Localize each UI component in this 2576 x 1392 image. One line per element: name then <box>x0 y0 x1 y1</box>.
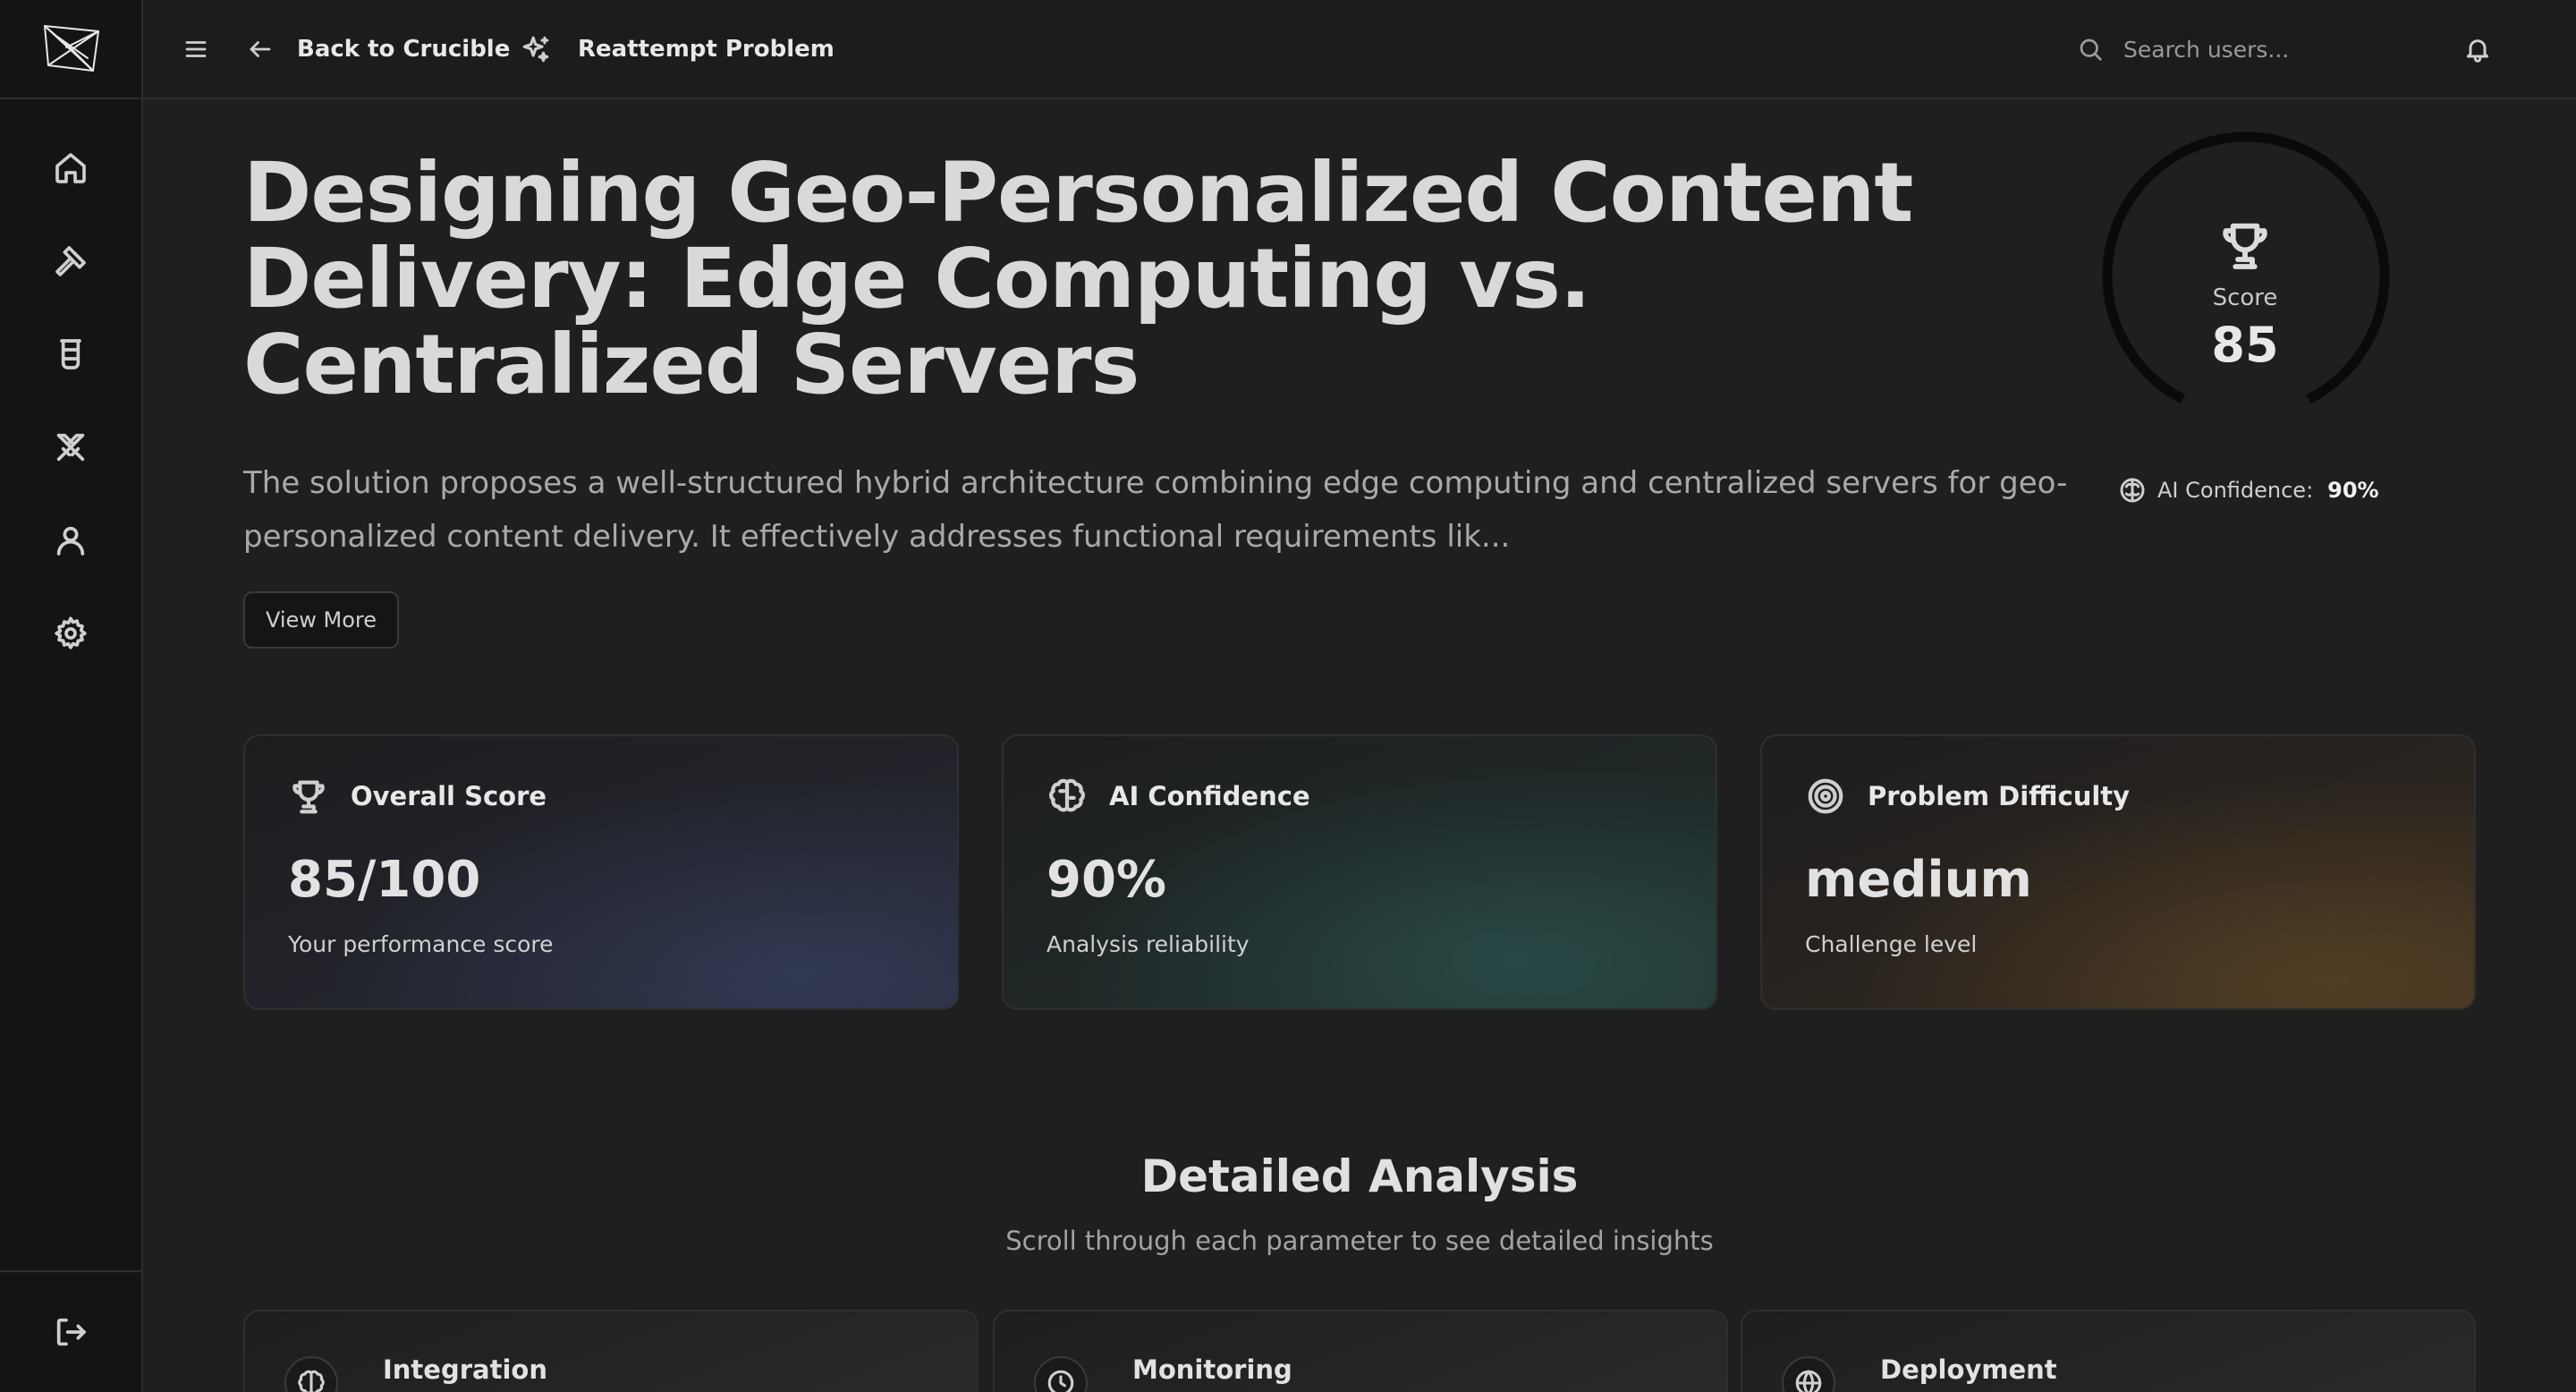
score-value: 85 <box>2211 317 2279 373</box>
app-logo[interactable] <box>0 0 143 99</box>
card-subtitle: Analysis reliability <box>1046 931 1250 957</box>
home-icon <box>55 153 86 183</box>
score-ring-graphic <box>2102 132 2390 420</box>
parameter-card-integration[interactable]: Integration <box>243 1310 979 1392</box>
solution-summary: The solution proposes a well-structured … <box>243 465 2068 555</box>
ai-confidence-card: AI Confidence 90% Analysis reliability <box>1002 734 1717 1010</box>
gear-icon <box>55 616 87 649</box>
logo-icon <box>44 24 99 72</box>
back-button[interactable]: Back to Crucible <box>247 0 510 98</box>
sidebar-item-profile[interactable] <box>0 505 141 576</box>
sparkles-icon <box>522 36 549 63</box>
score-ring <box>2100 130 2392 421</box>
sidebar-item-settings[interactable] <box>0 598 141 669</box>
sidebar-item-swords[interactable] <box>0 412 141 483</box>
notifications-button[interactable] <box>2463 0 2492 98</box>
parameter-icon-wrap <box>1782 1356 1835 1392</box>
card-subtitle: Your performance score <box>288 931 554 957</box>
card-title: Problem Difficulty <box>1868 781 2131 811</box>
parameter-label: Monitoring <box>1132 1354 1292 1385</box>
parameter-label: Integration <box>383 1354 547 1385</box>
score-label: Score <box>2212 284 2278 311</box>
trophy-icon <box>292 780 325 814</box>
target-icon <box>1808 778 1843 814</box>
globe-icon <box>1795 1370 1822 1392</box>
card-value: medium <box>1805 851 2032 909</box>
sidebar-item-beaker[interactable] <box>0 318 141 390</box>
brain-icon <box>298 1370 325 1392</box>
sidebar <box>0 0 143 1392</box>
menu-toggle-button[interactable] <box>182 0 209 98</box>
trophy-icon <box>2223 223 2267 269</box>
parameter-label: Deployment <box>1880 1354 2057 1385</box>
sidebar-item-home[interactable] <box>0 132 141 204</box>
arrow-left-icon <box>250 41 271 57</box>
ai-confidence-value: 90% <box>2327 478 2379 503</box>
ai-confidence-indicator: AI Confidence: 90% <box>2118 471 2379 510</box>
parameter-card-deployment[interactable]: Deployment <box>1741 1310 2476 1392</box>
app-root: Back to Crucible Reattempt Problem Desig… <box>0 0 2576 1392</box>
ai-confidence-label: AI Confidence: <box>2157 478 2314 503</box>
reattempt-label: Reattempt Problem <box>578 36 835 63</box>
detailed-analysis-subtitle: Scroll through each parameter to see det… <box>1005 1226 1714 1256</box>
brain-icon <box>2120 478 2145 503</box>
card-value: 85/100 <box>288 851 481 909</box>
detailed-analysis-title: Detailed Analysis <box>1140 1150 1579 1202</box>
bell-icon <box>2466 39 2489 63</box>
clock-icon <box>1047 1370 1074 1392</box>
card-title: Overall Score <box>351 781 547 811</box>
problem-difficulty-card: Problem Difficulty medium Challenge leve… <box>1760 734 2476 1010</box>
reattempt-button[interactable]: Reattempt Problem <box>521 0 835 98</box>
logout-icon <box>56 1318 86 1346</box>
card-subtitle: Challenge level <box>1805 931 1978 957</box>
user-icon <box>56 526 85 556</box>
top-bar: Back to Crucible Reattempt Problem <box>143 0 2576 99</box>
hammer-icon <box>55 246 86 276</box>
swords-icon <box>56 433 85 462</box>
parameter-icon-wrap <box>284 1356 338 1392</box>
overall-score-card: Overall Score 85/100 Your performance sc… <box>243 734 959 1010</box>
brain-icon <box>1049 778 1085 812</box>
page-title: Designing Geo-Personalized Content Deliv… <box>243 145 1913 412</box>
card-title: AI Confidence <box>1109 781 1310 811</box>
parameter-card-monitoring[interactable]: Monitoring <box>993 1310 1728 1392</box>
search-icon <box>2080 38 2102 61</box>
back-label: Back to Crucible <box>297 36 511 63</box>
parameter-icon-wrap <box>1034 1356 1088 1392</box>
search-box[interactable] <box>2077 0 2392 98</box>
search-input[interactable] <box>2123 36 2392 63</box>
view-more-button[interactable]: View More <box>243 591 399 649</box>
menu-icon <box>185 41 207 57</box>
sidebar-item-hammer[interactable] <box>0 225 141 297</box>
beaker-icon <box>60 339 81 369</box>
logout-button[interactable] <box>0 1270 141 1392</box>
card-value: 90% <box>1046 851 1167 909</box>
